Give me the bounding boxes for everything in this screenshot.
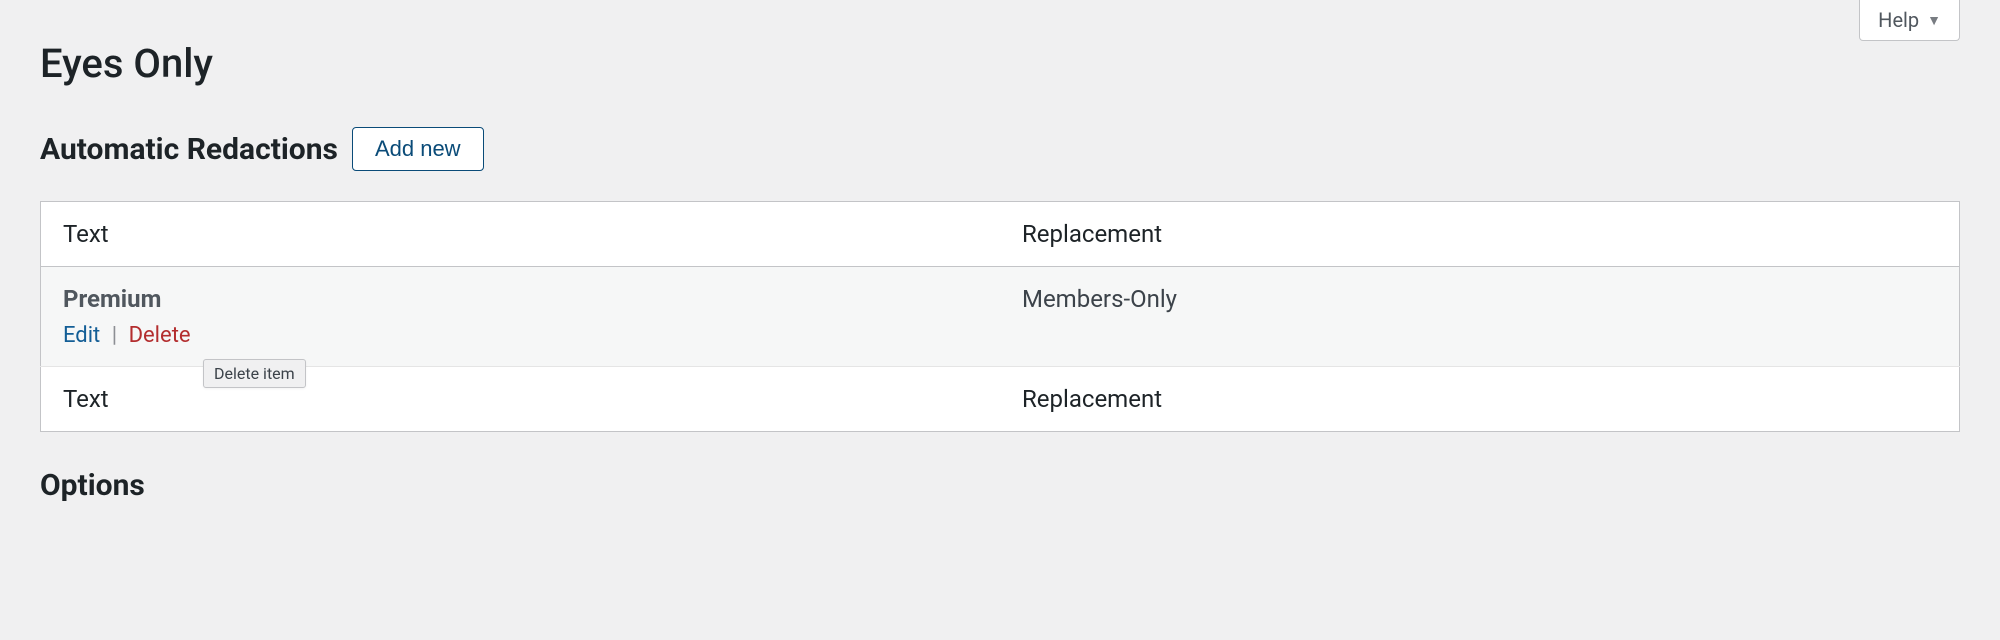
column-header-text[interactable]: Text (41, 202, 1001, 267)
delete-link[interactable]: Delete (129, 323, 191, 348)
row-replacement-value: Members-Only (1000, 267, 1960, 367)
redactions-heading: Automatic Redactions (40, 132, 338, 167)
help-label: Help (1878, 8, 1919, 32)
column-footer-text[interactable]: Text (41, 367, 1001, 432)
help-tab[interactable]: Help ▼ (1859, 0, 1960, 41)
delete-tooltip: Delete item (203, 359, 306, 388)
caret-down-icon: ▼ (1927, 12, 1941, 29)
edit-link[interactable]: Edit (63, 323, 100, 348)
column-footer-replacement[interactable]: Replacement (1000, 367, 1960, 432)
add-new-button[interactable]: Add new (352, 127, 484, 171)
redactions-table: Text Replacement Premium Edit | Delete D… (40, 201, 1960, 432)
action-separator: | (112, 323, 117, 348)
column-header-replacement[interactable]: Replacement (1000, 202, 1960, 267)
row-actions: Edit | Delete Delete item (63, 323, 978, 348)
row-text-value: Premium (63, 285, 978, 313)
options-heading: Options (40, 468, 1960, 503)
table-row: Premium Edit | Delete Delete item Member… (41, 267, 1960, 367)
page-title: Eyes Only (40, 40, 1960, 87)
